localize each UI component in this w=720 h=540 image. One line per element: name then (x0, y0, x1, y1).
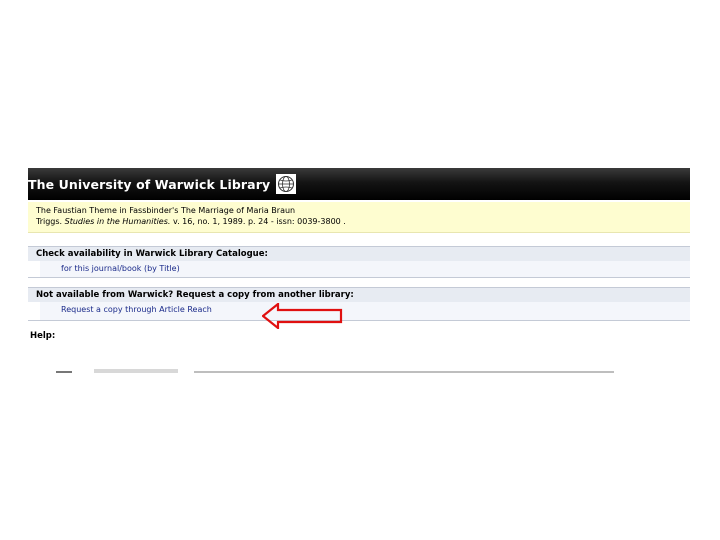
article-title: The Faustian Theme in Fassbinder's The M… (36, 206, 296, 215)
request-row: Request a copy through Article Reach (28, 302, 690, 321)
article-reach-link[interactable]: Request a copy through Article Reach (61, 305, 212, 314)
citation-details: Triggs. Studies in the Humanities. v. 16… (36, 216, 690, 227)
citation-author: Triggs. (36, 217, 63, 226)
request-heading: Not available from Warwick? Request a co… (28, 287, 690, 302)
clipped-help-content (56, 369, 614, 373)
help-label: Help: (30, 331, 56, 341)
availability-row: for this journal/book (by Title) (28, 261, 690, 278)
citation-box: The Faustian Theme in Fassbinder's The M… (28, 202, 690, 233)
citation-journal: Studies in the Humanities. (64, 217, 171, 226)
arrow-left-icon (262, 303, 343, 329)
library-title: The University of Warwick Library (28, 176, 271, 192)
library-banner: The University of Warwick Library (28, 168, 690, 200)
citation-volume: v. 16, no. 1, 1989. p. 24 - issn: 0039-3… (170, 217, 346, 226)
availability-heading: Check availability in Warwick Library Ca… (28, 246, 690, 261)
catalogue-title-link[interactable]: for this journal/book (by Title) (61, 264, 180, 273)
globe-icon (276, 174, 297, 194)
library-screenshot: The University of Warwick Library The Fa… (28, 168, 690, 373)
